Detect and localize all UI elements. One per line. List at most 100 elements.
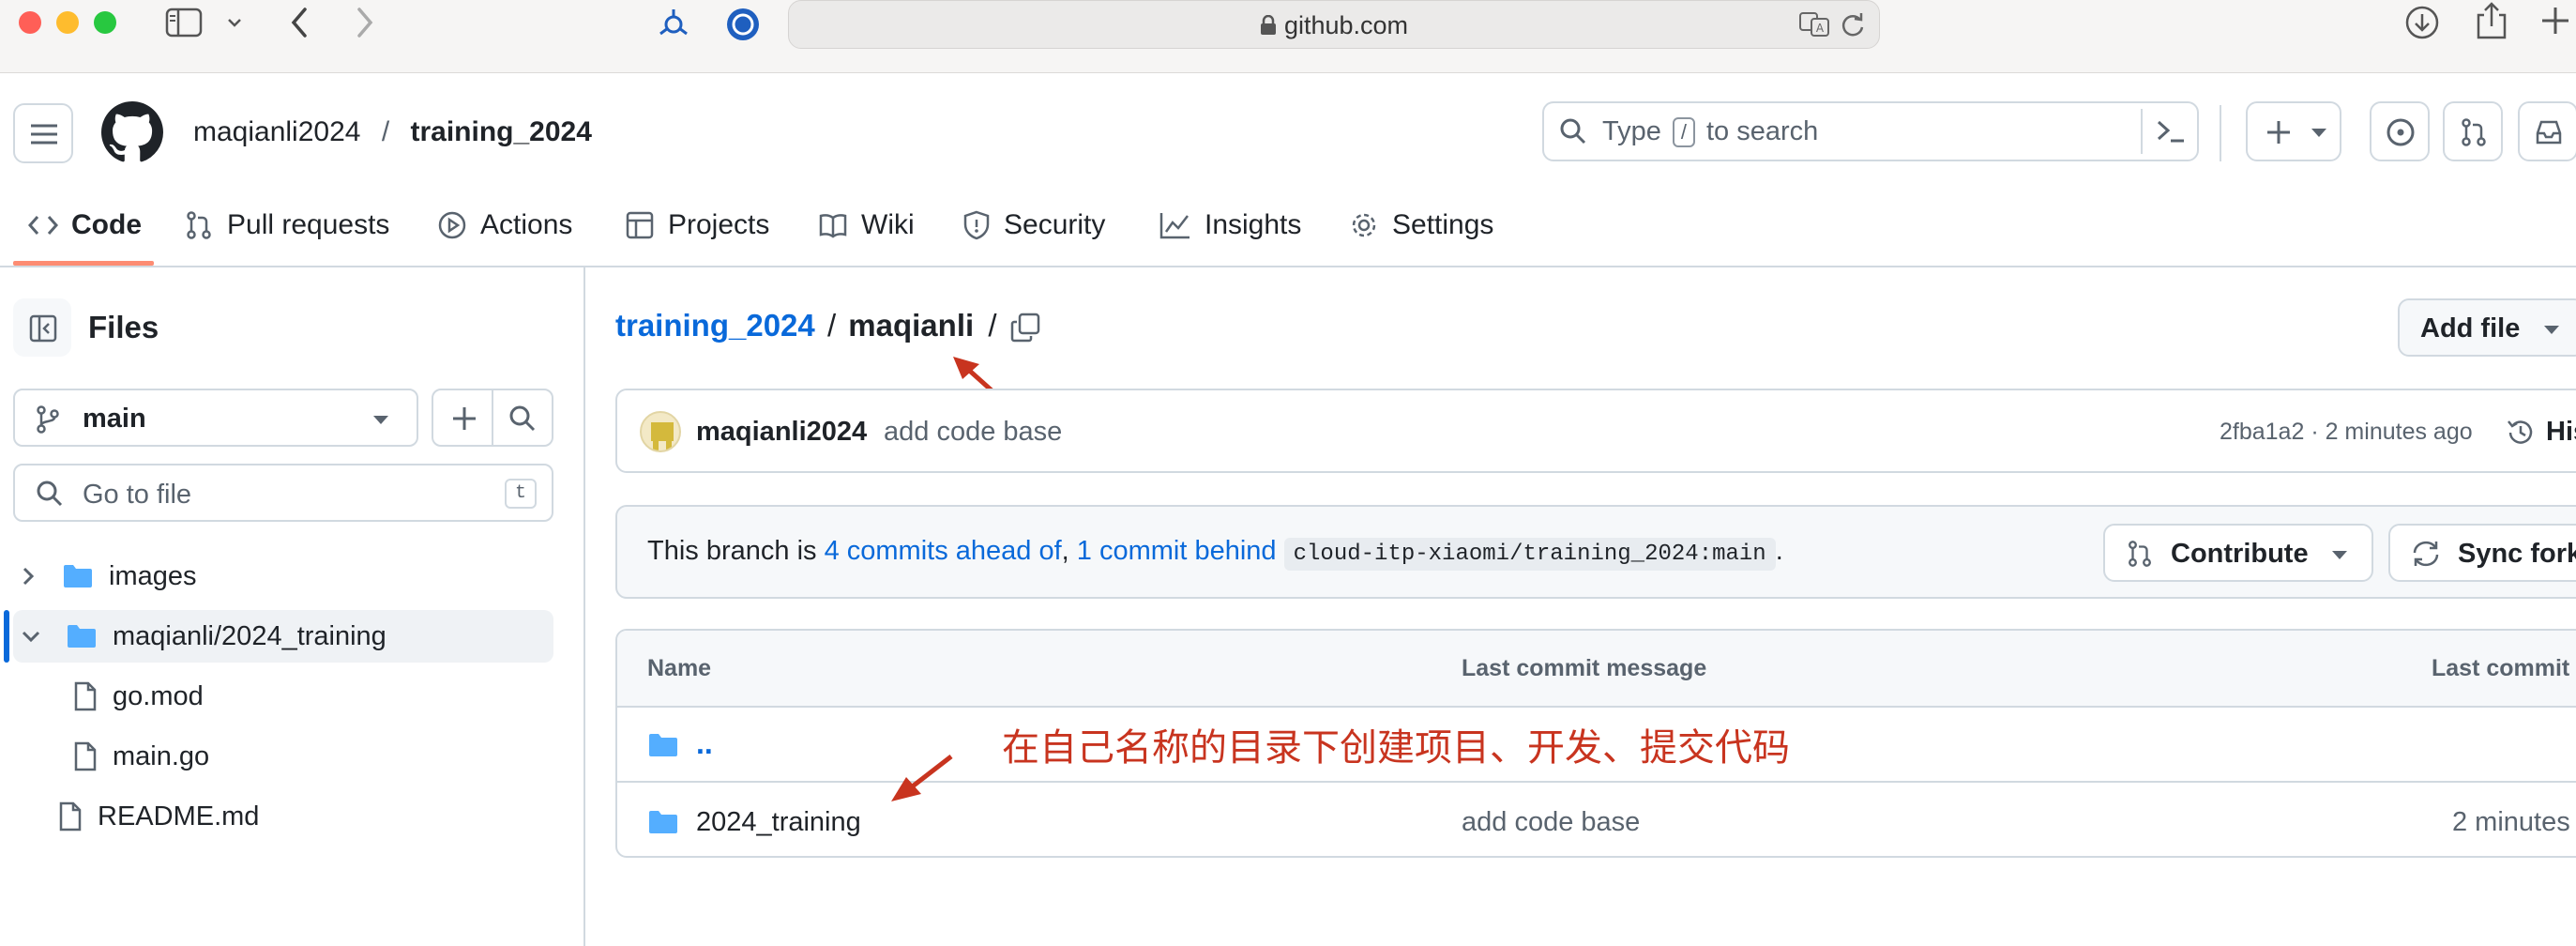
create-new-button[interactable] bbox=[2246, 101, 2341, 161]
history-link[interactable]: His bbox=[2546, 417, 2576, 448]
folder-icon bbox=[62, 563, 94, 589]
collapse-sidebar-button[interactable] bbox=[13, 298, 71, 357]
copy-path-icon[interactable] bbox=[1009, 312, 1041, 343]
row-commit-message[interactable]: add code base bbox=[1462, 807, 1640, 838]
tab-pull-requests[interactable]: Pull requests bbox=[184, 205, 389, 246]
breadcrumb: training_2024 / maqianli / bbox=[615, 308, 997, 343]
inbox-icon bbox=[2534, 118, 2564, 146]
sidebar-divider bbox=[583, 267, 585, 946]
github-logo-icon[interactable] bbox=[101, 101, 163, 163]
back-icon[interactable] bbox=[287, 6, 311, 39]
owner-link[interactable]: maqianli2024 bbox=[193, 116, 360, 147]
tab-code[interactable]: Code bbox=[28, 205, 142, 246]
downloads-icon[interactable] bbox=[2403, 4, 2441, 41]
address-bar[interactable]: github.com A bbox=[788, 0, 1880, 49]
annotation-arrow-icon bbox=[889, 753, 955, 803]
tab-insights[interactable]: Insights bbox=[1159, 205, 1301, 246]
tree-item-label: main.go bbox=[113, 740, 210, 771]
column-date-header: Last commit d bbox=[2432, 655, 2576, 681]
tree-item-images[interactable]: images bbox=[13, 550, 553, 603]
avatar[interactable] bbox=[640, 411, 681, 452]
reload-icon[interactable] bbox=[1840, 10, 1866, 38]
search-icon bbox=[36, 480, 64, 508]
tab-projects[interactable]: Projects bbox=[625, 205, 769, 246]
menu-button[interactable] bbox=[13, 103, 73, 163]
tab-label: Settings bbox=[1392, 209, 1494, 240]
commits-ahead-link[interactable]: 4 commits ahead of bbox=[825, 536, 1062, 566]
latest-commit-box: maqianli2024 add code base 2fba1a2 · 2 m… bbox=[615, 389, 2576, 473]
pull-requests-button[interactable] bbox=[2443, 101, 2503, 161]
go-to-file-placeholder: Go to file bbox=[83, 480, 192, 510]
column-message-header: Last commit message bbox=[1462, 655, 1707, 681]
parent-directory-link[interactable]: .. bbox=[696, 726, 713, 761]
tab-settings[interactable]: Settings bbox=[1349, 205, 1493, 246]
tab-label: Insights bbox=[1205, 209, 1302, 240]
new-tab-icon[interactable] bbox=[2538, 4, 2572, 38]
tab-label: Pull requests bbox=[227, 209, 390, 240]
sync-icon bbox=[2411, 540, 2441, 568]
tab-label: Projects bbox=[668, 209, 770, 240]
search-shortcut-key: / bbox=[1672, 117, 1695, 148]
commit-author[interactable]: maqianli2024 bbox=[696, 417, 867, 448]
repo-title: maqianli2024 / training_2024 bbox=[193, 116, 592, 148]
breadcrumb-repo-link[interactable]: training_2024 bbox=[615, 308, 815, 343]
extension-icon[interactable] bbox=[655, 6, 692, 43]
forward-icon[interactable] bbox=[353, 6, 377, 39]
close-window-button[interactable] bbox=[19, 11, 41, 34]
zoom-window-button[interactable] bbox=[94, 11, 116, 34]
add-file-button[interactable]: Add file bbox=[2398, 298, 2576, 357]
issues-button[interactable] bbox=[2370, 101, 2430, 161]
tree-item-go-mod[interactable]: go.mod bbox=[73, 670, 553, 723]
go-to-file-shortcut: t bbox=[505, 479, 537, 509]
folder-open-icon bbox=[66, 623, 98, 649]
minimize-window-button[interactable] bbox=[56, 11, 79, 34]
branch-status-period: . bbox=[1775, 536, 1783, 566]
tab-security[interactable]: Security bbox=[962, 205, 1105, 246]
share-icon[interactable] bbox=[2475, 0, 2508, 41]
title-separator: / bbox=[381, 116, 390, 147]
chevron-down-icon[interactable] bbox=[21, 629, 41, 644]
file-icon bbox=[58, 801, 83, 832]
commit-message[interactable]: add code base bbox=[884, 417, 1062, 448]
breadcrumb-current-dir: maqianli bbox=[848, 308, 975, 343]
branch-select[interactable]: main bbox=[13, 389, 418, 447]
play-icon bbox=[437, 210, 480, 240]
row-name-link[interactable]: 2024_training bbox=[696, 807, 861, 838]
sync-fork-button[interactable]: Sync fork bbox=[2388, 524, 2576, 582]
sync-fork-label: Sync fork bbox=[2458, 539, 2576, 569]
commits-behind-link[interactable]: 1 commit behind bbox=[1077, 536, 1277, 566]
pull-request-icon bbox=[184, 210, 227, 240]
git-pull-request-icon bbox=[2459, 117, 2489, 147]
go-to-file-input[interactable]: Go to file t bbox=[13, 464, 553, 522]
chevron-down-icon[interactable] bbox=[225, 13, 244, 32]
translate-icon[interactable]: A bbox=[1798, 10, 1832, 38]
commit-sha-time[interactable]: 2fba1a2 · 2 minutes ago bbox=[2220, 419, 2473, 446]
sidebar-toggle-icon[interactable] bbox=[165, 8, 203, 38]
extension-globe-icon[interactable] bbox=[724, 6, 762, 43]
column-name-header: Name bbox=[647, 655, 712, 681]
tree-item-maqianli-2024-training[interactable]: maqianli/2024_training bbox=[13, 610, 553, 663]
branch-status-prefix: This branch is bbox=[647, 536, 817, 566]
file-table-header: Name Last commit message Last commit d bbox=[617, 631, 2576, 708]
svg-text:A: A bbox=[1816, 22, 1825, 35]
tab-actions[interactable]: Actions bbox=[437, 205, 572, 246]
plus-icon bbox=[2265, 118, 2293, 146]
repo-link[interactable]: training_2024 bbox=[411, 116, 592, 147]
gear-icon bbox=[1349, 210, 1392, 240]
browser-toolbar: github.com A bbox=[0, 0, 2576, 73]
inbox-button[interactable] bbox=[2518, 101, 2576, 161]
search-files-icon[interactable] bbox=[508, 404, 537, 433]
caret-down-icon bbox=[2542, 323, 2561, 336]
command-palette-icon[interactable] bbox=[2156, 118, 2186, 145]
git-branch-icon bbox=[36, 405, 60, 434]
chevron-right-icon[interactable] bbox=[21, 566, 36, 587]
tab-wiki[interactable]: Wiki bbox=[818, 205, 915, 246]
contribute-button[interactable]: Contribute bbox=[2103, 524, 2373, 582]
search-input[interactable]: Type / to search bbox=[1542, 101, 2199, 161]
add-file-plus-icon[interactable] bbox=[450, 404, 478, 433]
search-prefix: Type bbox=[1602, 116, 1661, 146]
tree-item-main-go[interactable]: main.go bbox=[73, 730, 553, 783]
caret-down-icon bbox=[2330, 548, 2349, 561]
tree-item-readme[interactable]: README.md bbox=[58, 790, 553, 843]
tab-label: Security bbox=[1004, 209, 1106, 240]
